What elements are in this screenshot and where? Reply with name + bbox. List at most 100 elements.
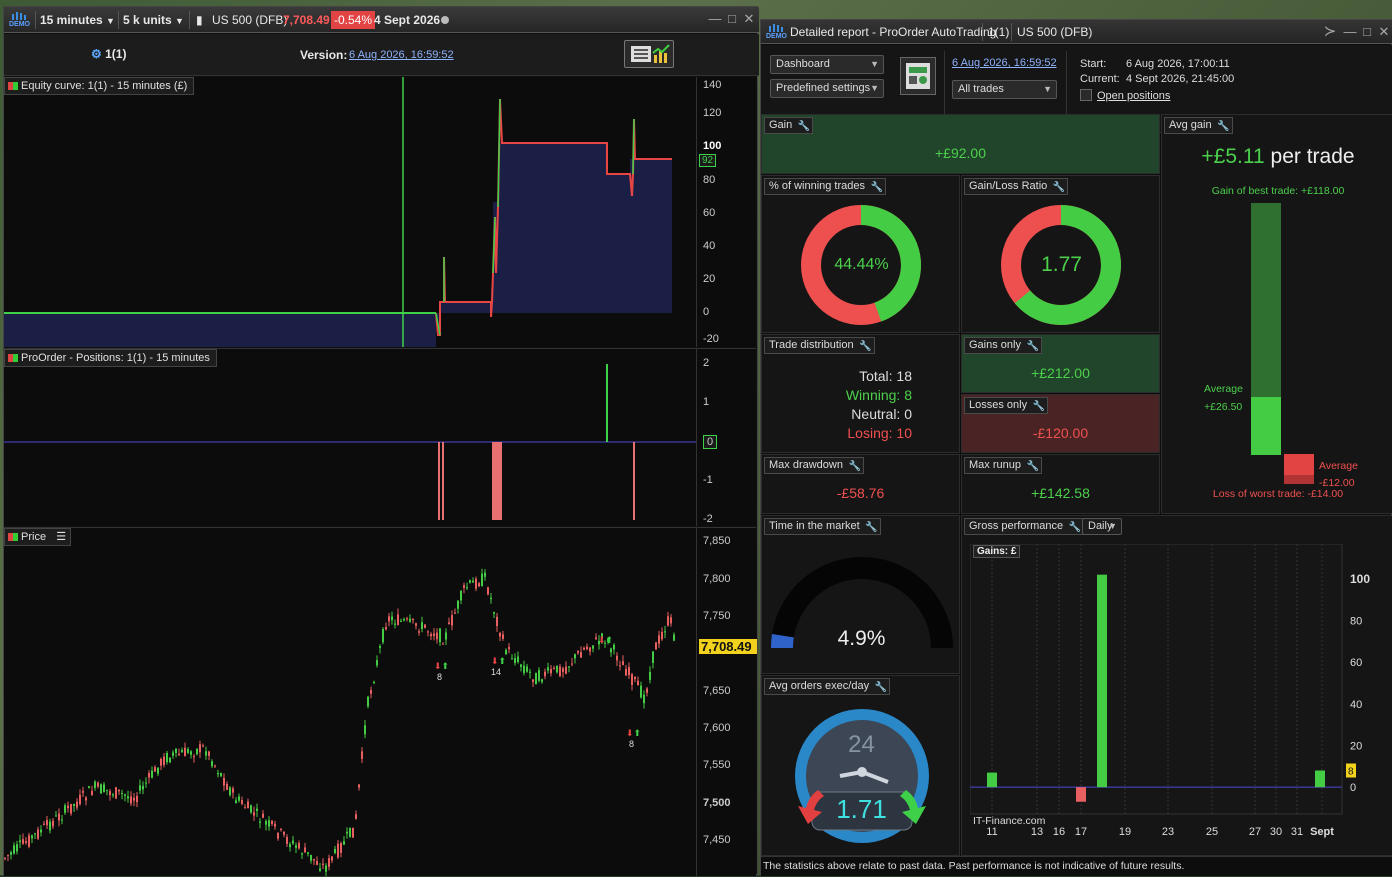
price-candle-body (178, 753, 180, 756)
units-select[interactable]: 5 k units ▼ (123, 11, 184, 29)
wrench-icon[interactable]: 🔧 (871, 180, 883, 195)
list-icon[interactable]: ☰ (56, 529, 66, 545)
disclaimer-footer: The statistics above relate to past data… (761, 856, 1392, 876)
max-drawdown-value: -£58.76 (836, 485, 885, 501)
price-candle-body (640, 685, 642, 698)
wrench-icon[interactable]: 🔧 (1027, 459, 1039, 474)
price-candle-body (634, 676, 636, 680)
wrench-icon[interactable]: 🔧 (1069, 520, 1081, 535)
price-candle-body (322, 863, 324, 865)
x-tick-label: 13 (1031, 826, 1043, 838)
avg-win-value: +£26.50 (1204, 401, 1243, 413)
chevron-down-icon: ▼ (106, 16, 115, 26)
version-link[interactable]: 6 Aug 2026, 16:59:52 (952, 57, 1057, 69)
price-candle-body (154, 767, 156, 772)
settings-select[interactable]: Predefined settings ▼ (770, 79, 884, 98)
gross-bar (987, 772, 997, 788)
price-candle-body (310, 854, 312, 861)
price-candle-body (592, 645, 594, 649)
wrench-icon[interactable]: 🔧 (798, 119, 810, 134)
wrench-icon[interactable]: 🔧 (1053, 180, 1065, 195)
price-candle-body (205, 751, 207, 756)
price-candle-body (358, 784, 360, 788)
minimize-icon[interactable]: — (708, 12, 722, 26)
view-select[interactable]: Dashboard ▼ (770, 55, 884, 74)
price-candle-body (475, 578, 477, 589)
strategy-indicator[interactable]: ⚙ 1(1) (91, 47, 126, 61)
price-candle-body (109, 791, 111, 796)
axis-tick: 7,800 (703, 573, 731, 585)
detailed-report-button[interactable] (624, 40, 674, 68)
price-candle-body (391, 616, 393, 621)
price-candle-body (397, 614, 399, 625)
price-panel-label: Price ☰ (4, 528, 72, 546)
trades-select[interactable]: All trades ▼ (952, 80, 1057, 99)
axis-tick: -20 (703, 333, 719, 345)
price-candle-body (517, 656, 519, 662)
axis-tick: 1 (703, 396, 710, 408)
period-select[interactable]: Daily ▼ (1082, 518, 1122, 535)
version-link[interactable]: 6 Aug 2026, 16:59:52 (349, 49, 454, 61)
report-settings-button[interactable] (900, 57, 936, 95)
price-candle-body (583, 647, 585, 650)
maximize-icon[interactable]: □ (1360, 25, 1374, 39)
max-runup-label-text: Max runup (969, 459, 1021, 471)
open-positions-checkbox[interactable] (1080, 89, 1092, 101)
open-positions-link[interactable]: Open positions (1097, 90, 1170, 102)
price-candle-body (382, 629, 384, 643)
price-candle-body (655, 642, 657, 650)
price-candle-body (409, 618, 411, 622)
price-candle-body (553, 667, 555, 669)
close-icon[interactable]: ✕ (1377, 25, 1391, 39)
price-candle-body (181, 749, 183, 753)
price-candle-body (511, 658, 513, 660)
info-icon[interactable]: ▮ (196, 11, 203, 29)
timeframe-select[interactable]: 15 minutes ▼ (40, 11, 115, 29)
settings-select-value: Predefined settings (776, 82, 871, 94)
gross-chart-title: Gains: £ (973, 545, 1021, 558)
wrench-icon[interactable]: 🔧 (865, 520, 877, 535)
gain-loss-ratio-label: Gain/Loss Ratio 🔧 (964, 178, 1069, 195)
share-icon[interactable]: ≻ (1323, 24, 1337, 39)
positions-panel-title: ProOrder - Positions: 1(1) - 15 minutes (21, 352, 210, 364)
price-candle-body (217, 773, 219, 775)
price-candle-body (214, 765, 216, 767)
wrench-icon[interactable]: 🔧 (1033, 399, 1045, 414)
wrench-icon[interactable]: 🔧 (875, 680, 887, 695)
gain-label: Gain 🔧 (764, 117, 814, 134)
trade-marker-size: 8 (629, 739, 635, 749)
close-icon[interactable]: ✕ (742, 12, 756, 26)
price-candle-body (277, 832, 279, 839)
price-candle-body (64, 805, 66, 813)
chart-window: DEMO 15 minutes ▼ 5 k units ▼ ▮ US 500 (… (3, 6, 759, 877)
price-candle-body (136, 795, 138, 803)
price-candle-body (445, 632, 447, 640)
winning-pct-cell: % of winning trades 🔧 44.44% (761, 175, 960, 333)
price-candle-body (508, 646, 510, 650)
price-candle-body (274, 823, 276, 827)
wrench-icon[interactable]: 🔧 (859, 339, 871, 354)
strategy-toolbar: ⚙ 1(1) Version: 6 Aug 2026, 16:59:52 (4, 34, 759, 76)
price-candle-body (34, 833, 36, 835)
wrench-icon[interactable]: 🔧 (1217, 119, 1229, 134)
price-candle-body (625, 668, 627, 676)
wrench-icon[interactable]: 🔧 (849, 459, 861, 474)
wrench-icon[interactable]: 🔧 (1027, 339, 1039, 354)
positions-plot (4, 364, 696, 520)
price-candle-body (190, 751, 192, 755)
price-candle-body (457, 600, 459, 609)
maximize-icon[interactable]: □ (725, 12, 739, 26)
price-candle-body (157, 767, 159, 774)
price-candle-body (259, 821, 261, 823)
minimize-icon[interactable]: — (1343, 25, 1357, 39)
report-titlebar: DEMO Detailed report - ProOrder AutoTrad… (761, 20, 1392, 44)
x-tick-label: 30 (1270, 826, 1282, 838)
max-drawdown-label: Max drawdown 🔧 (764, 457, 864, 474)
price-candle-body (58, 813, 60, 821)
price-candle-body (184, 747, 186, 757)
axis-tick: 7,500 (703, 797, 731, 809)
price-candle-body (301, 853, 303, 855)
trade-distribution-label-text: Trade distribution (769, 339, 854, 351)
gains-only-label-text: Gains only (969, 339, 1021, 351)
price-candle-body (664, 631, 666, 633)
